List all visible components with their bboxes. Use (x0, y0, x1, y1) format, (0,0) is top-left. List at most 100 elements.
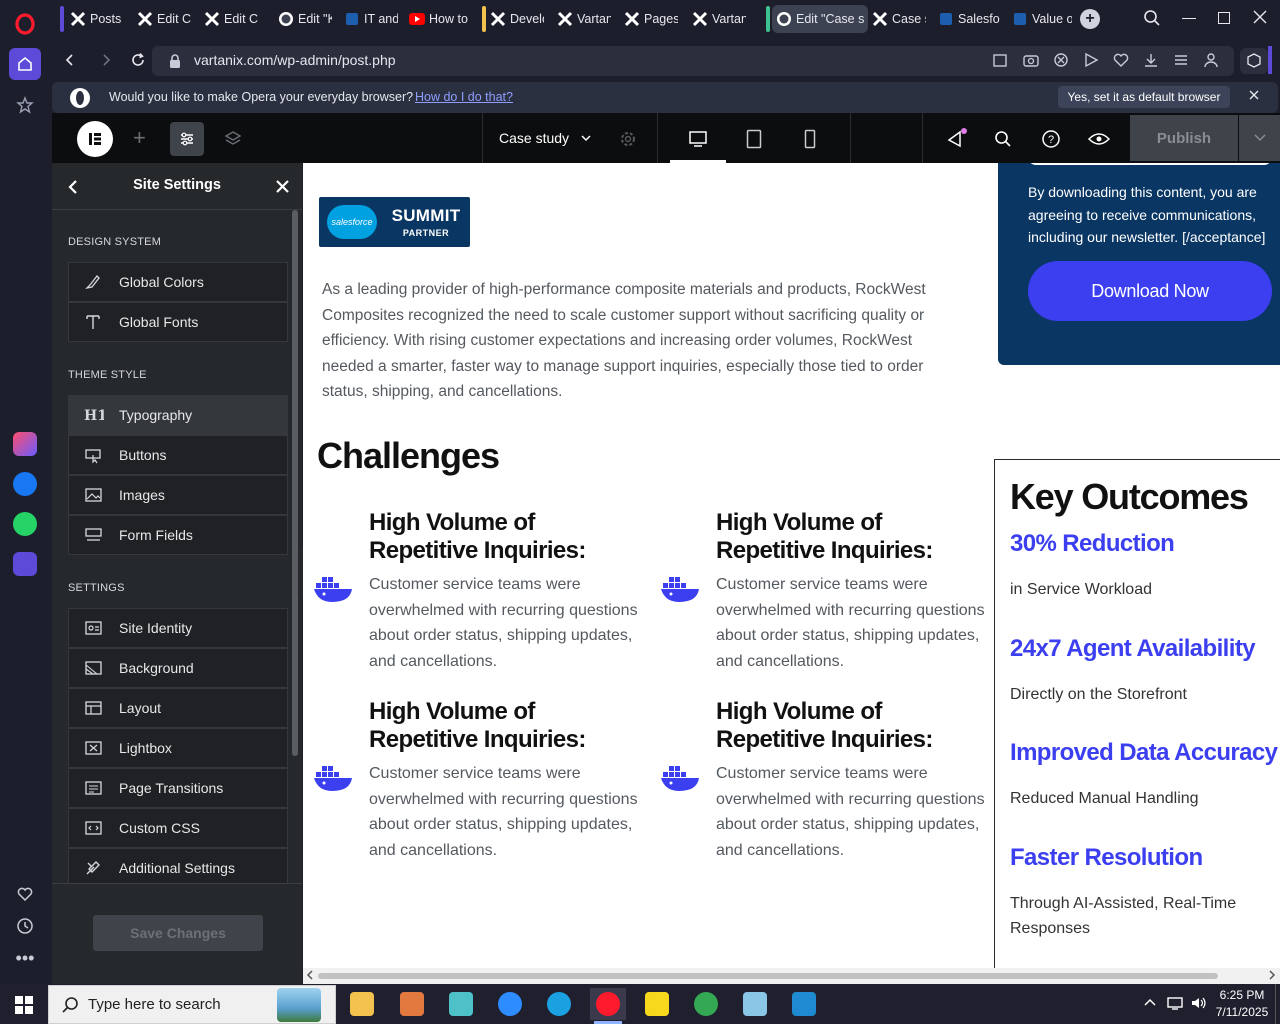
windows-start-icon[interactable] (14, 995, 34, 1015)
layers-icon[interactable] (224, 130, 242, 148)
zoom-icon[interactable] (492, 988, 528, 1020)
more-icon[interactable]: ••• (9, 942, 41, 974)
browser-tab[interactable]: How to (405, 5, 475, 33)
tablet-view-icon[interactable] (746, 129, 762, 149)
menu-item-site-identity[interactable]: Site Identity (68, 608, 288, 648)
heart-icon[interactable] (9, 878, 41, 910)
set-default-button[interactable]: Yes, set it as default browser (1058, 86, 1230, 108)
file-explorer-icon[interactable] (344, 988, 380, 1020)
notepad-icon[interactable] (737, 988, 773, 1020)
browser-tab[interactable]: Vartan (553, 5, 615, 33)
browser-tab[interactable]: Develo (486, 5, 548, 33)
paint-icon[interactable] (394, 988, 430, 1020)
desktop-view-icon[interactable] (688, 130, 708, 148)
lock-icon[interactable] (168, 53, 182, 69)
preview-eye-icon[interactable] (1088, 131, 1110, 147)
menu-item-global-fonts[interactable]: Global Fonts (68, 302, 288, 342)
browser-tab[interactable]: Value o (1008, 5, 1076, 33)
browser-tab[interactable]: Pages (620, 5, 682, 33)
url-text[interactable]: vartanix.com/wp-admin/post.php (194, 52, 396, 68)
panel-scrollbar[interactable] (292, 210, 298, 756)
vscode-icon[interactable] (786, 988, 822, 1020)
menu-item-background[interactable]: Background (68, 648, 288, 688)
home-icon[interactable] (9, 48, 41, 80)
adblock-icon[interactable] (1052, 52, 1070, 68)
browser-tab[interactable]: Edit "Case st (772, 5, 868, 33)
download-icon[interactable] (1142, 52, 1160, 68)
show-desktop-button[interactable] (1275, 984, 1276, 1024)
browser-tab[interactable]: Vartan (688, 5, 750, 33)
easy-setup-icon[interactable] (1172, 52, 1190, 68)
whatsapp-icon[interactable] (9, 508, 41, 540)
browser-tab[interactable]: Posts ‹ (66, 5, 128, 33)
menu-item-typography[interactable]: H1 Typography (68, 395, 288, 435)
back-icon[interactable] (62, 52, 78, 68)
opera-logo-icon[interactable] (9, 8, 41, 40)
save-changes-button[interactable]: Save Changes (93, 915, 263, 951)
browser-tab[interactable]: Edit Co (133, 5, 195, 33)
infobar-help-link[interactable]: How do I do that? (415, 90, 513, 104)
show-hidden-icons-chevron-icon[interactable] (1143, 996, 1157, 1008)
history-icon[interactable] (9, 910, 41, 942)
search-tabs-icon[interactable] (1143, 9, 1161, 27)
messenger-icon[interactable] (9, 468, 41, 500)
browser-tab[interactable]: IT and (340, 5, 402, 33)
elementor-logo-icon[interactable] (77, 121, 113, 157)
menu-item-custom-css[interactable]: Custom CSS (68, 808, 288, 848)
browser-tab[interactable]: Case st (868, 5, 930, 33)
menu-item-images[interactable]: Images (68, 475, 288, 515)
search-icon[interactable] (994, 130, 1012, 148)
scroll-left-icon[interactable] (306, 970, 314, 980)
reload-icon[interactable] (130, 52, 146, 68)
menu-item-buttons[interactable]: Buttons (68, 435, 288, 475)
publish-options-chevron-icon[interactable] (1239, 115, 1280, 161)
help-icon[interactable]: ? (1041, 129, 1061, 149)
menu-item-page-transitions[interactable]: Page Transitions (68, 768, 288, 808)
menu-item-additional-settings[interactable]: Additional Settings (68, 848, 288, 888)
music-player-icon[interactable] (9, 548, 41, 580)
notifications-icon[interactable] (946, 128, 968, 148)
favorite-icon[interactable] (1112, 52, 1130, 68)
network-icon[interactable] (1166, 995, 1184, 1011)
publish-button[interactable]: Publish (1130, 115, 1238, 161)
menu-item-lightbox[interactable]: Lightbox (68, 728, 288, 768)
site-settings-icon[interactable] (170, 122, 204, 156)
menu-item-global-colors[interactable]: Global Colors (68, 262, 288, 302)
sticky-notes-icon[interactable] (639, 988, 675, 1020)
minimize-button[interactable] (1182, 18, 1196, 19)
extensions-icon[interactable] (1240, 48, 1268, 74)
opera-icon[interactable] (590, 988, 626, 1020)
close-infobar-icon[interactable] (1249, 90, 1259, 100)
chevron-down-icon[interactable] (580, 132, 592, 144)
play-icon[interactable] (1082, 52, 1100, 68)
star-icon[interactable] (9, 89, 41, 121)
browser-tab[interactable]: Edit Co (200, 5, 262, 33)
edge-icon[interactable] (541, 988, 577, 1020)
maximize-button[interactable] (1218, 12, 1230, 24)
close-panel-icon[interactable] (275, 179, 290, 194)
share-icon[interactable] (992, 52, 1010, 68)
chrome-icon[interactable] (688, 988, 724, 1020)
camera-icon[interactable] (1022, 52, 1040, 68)
page-name[interactable]: Case study (499, 130, 569, 146)
close-window-button[interactable] (1252, 9, 1268, 25)
download-now-button[interactable]: Download Now (1028, 261, 1272, 321)
taskbar-search-box[interactable]: Type here to search (48, 985, 336, 1024)
scrollbar-thumb[interactable] (318, 973, 1218, 979)
app-icon[interactable] (443, 988, 479, 1020)
new-tab-button[interactable]: + (1080, 9, 1100, 29)
forward-icon[interactable] (98, 52, 114, 68)
browser-tab[interactable]: Salesfo (934, 5, 1004, 33)
menu-item-layout[interactable]: Layout (68, 688, 288, 728)
aria-icon[interactable] (9, 428, 41, 460)
page-settings-gear-icon[interactable] (619, 130, 637, 148)
mobile-view-icon[interactable] (804, 129, 816, 149)
taskbar-clock[interactable]: 6:25 PM 7/11/2025 (1210, 987, 1274, 1021)
form-field-edge[interactable] (1028, 163, 1272, 165)
browser-tab[interactable]: Edit "K (274, 5, 336, 33)
profile-icon[interactable] (1202, 52, 1220, 68)
volume-icon[interactable] (1190, 995, 1208, 1011)
menu-item-form-fields[interactable]: Form Fields (68, 515, 288, 555)
add-element-icon[interactable]: + (133, 127, 146, 149)
scroll-right-icon[interactable] (1268, 970, 1276, 980)
